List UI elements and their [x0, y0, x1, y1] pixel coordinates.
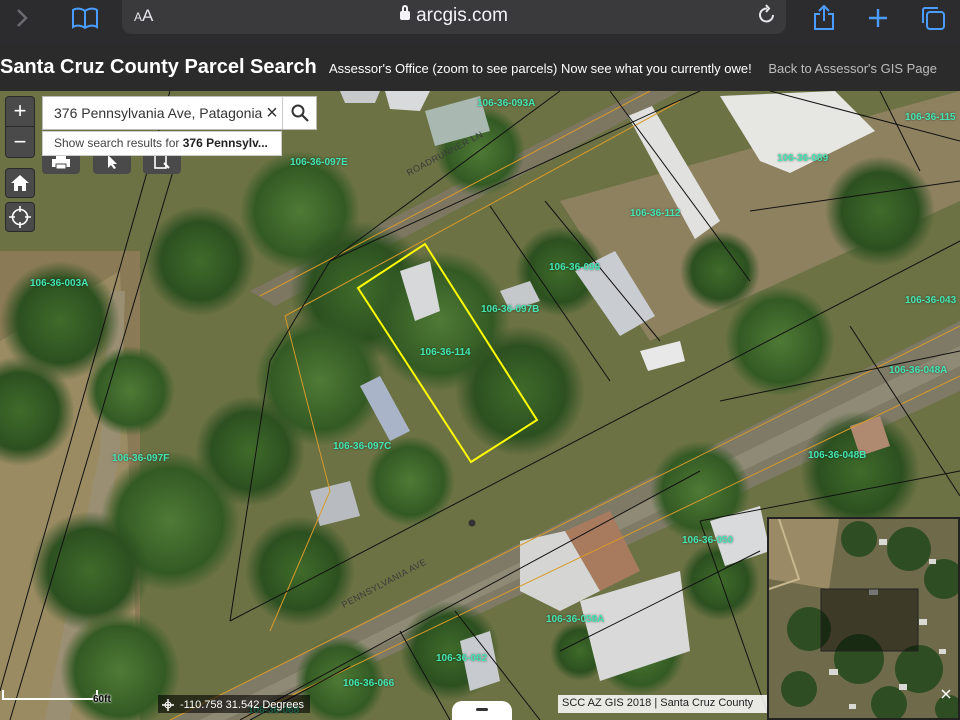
parcel-label[interactable]: 106-36-048B — [808, 450, 866, 461]
home-icon — [11, 175, 29, 191]
parcel-label[interactable]: 106-36-112 — [630, 208, 681, 219]
parcel-label[interactable]: 106-36-093A — [477, 98, 535, 109]
back-to-gis-link[interactable]: Back to Assessor's GIS Page — [768, 61, 937, 76]
overview-extent-box — [820, 588, 919, 652]
url-field[interactable]: arcgis.com — [122, 5, 786, 27]
printer-icon — [52, 155, 70, 170]
identify-icon — [154, 154, 170, 169]
page-title: Santa Cruz County Parcel Search — [0, 56, 317, 78]
home-button[interactable] — [5, 168, 35, 198]
book-icon[interactable] — [70, 4, 100, 32]
parcel-label[interactable]: 106-36-089 — [777, 153, 828, 164]
expand-overview-icon[interactable] — [940, 688, 952, 700]
search-input[interactable] — [43, 97, 263, 129]
zoom-control: + − — [5, 96, 35, 158]
reload-icon[interactable] — [758, 4, 776, 30]
forward-icon[interactable] — [8, 4, 36, 32]
map-attribution: SCC AZ GIS 2018 | Santa Cruz County — [558, 695, 767, 713]
parcel-label[interactable]: 106-36-097F — [112, 453, 169, 464]
parcel-label[interactable]: 106-36-048A — [889, 365, 947, 376]
share-icon[interactable] — [810, 4, 838, 32]
zoom-in-button[interactable]: + — [6, 97, 34, 127]
plus-icon[interactable] — [864, 4, 892, 32]
overview-map[interactable] — [767, 517, 960, 720]
crosshair-icon[interactable] — [162, 699, 174, 711]
bottom-panel-handle[interactable] — [452, 701, 512, 720]
parcel-label[interactable]: 106-36-114 — [420, 347, 471, 358]
scale-bar — [2, 690, 98, 700]
lock-icon — [400, 5, 411, 20]
address-bar[interactable]: AA arcgis.com — [122, 0, 786, 34]
header-subtitle: Assessor's Office (zoom to see parcels) … — [329, 61, 752, 76]
parcel-label[interactable]: 106-36-058A — [546, 614, 604, 625]
parcel-label[interactable]: 106-36-062 — [436, 653, 487, 664]
zoom-out-button[interactable]: − — [6, 128, 34, 158]
search-button[interactable] — [282, 97, 316, 129]
app-header: Santa Cruz County Parcel Search Assessor… — [0, 44, 960, 91]
coordinate-readout: -110.758 31.542 Degrees — [158, 695, 310, 713]
parcel-label[interactable]: 106-36-003A — [30, 278, 88, 289]
overview-imagery — [769, 519, 958, 718]
search-box: × — [42, 96, 317, 130]
cursor-icon — [108, 155, 117, 169]
parcel-label[interactable]: 106-36-050 — [682, 535, 733, 546]
parcel-label[interactable]: 106-36-043 — [905, 295, 956, 306]
search-icon — [291, 104, 309, 122]
locate-button[interactable] — [5, 202, 35, 232]
parcel-label[interactable]: 106-36-066 — [343, 678, 394, 689]
parcel-label[interactable]: 106-36-097C — [333, 441, 391, 452]
browser-toolbar: AA arcgis.com — [0, 0, 960, 44]
parcel-label[interactable]: 106-36-096 — [549, 262, 600, 273]
scale-label: 60ft — [93, 694, 111, 705]
parcel-label[interactable]: 106-36-097B — [481, 304, 539, 315]
crosshair-icon — [9, 206, 31, 228]
search-suggestion[interactable]: Show search results for 376 Pennsylv... — [42, 131, 282, 156]
tabs-icon[interactable] — [918, 4, 948, 32]
parcel-label[interactable]: 106-36-097E — [290, 157, 348, 168]
parcel-label[interactable]: 106-36-115 — [905, 112, 956, 123]
